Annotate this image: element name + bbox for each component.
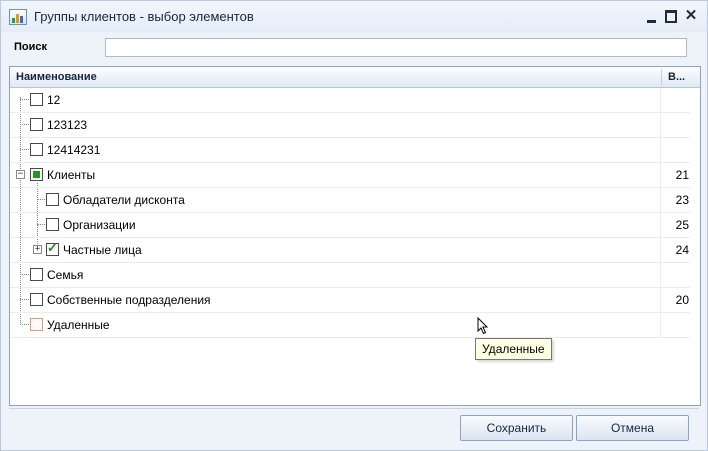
row-checkbox[interactable] (30, 143, 43, 156)
tree-row[interactable]: + Частные лица 24 (10, 238, 690, 263)
divider (9, 408, 699, 409)
tooltip: Удаленные (475, 338, 552, 360)
row-label: Частные лица (63, 243, 142, 257)
row-checkbox[interactable] (30, 268, 43, 281)
row-value (661, 113, 689, 137)
row-label: Обладатели дисконта (63, 193, 185, 207)
tree-row[interactable]: Семья (10, 263, 690, 288)
row-label: Организации (63, 218, 136, 232)
row-label: Семья (47, 268, 84, 282)
search-input[interactable] (105, 38, 687, 57)
row-label: 12414231 (47, 143, 101, 157)
row-checkbox[interactable] (30, 318, 43, 331)
row-value: 23 (675, 193, 689, 207)
column-header-name[interactable]: Наименование (10, 67, 661, 87)
row-value: 24 (675, 243, 689, 257)
maximize-icon[interactable] (663, 7, 679, 25)
grid-header: Наименование В... (10, 67, 700, 88)
row-checkbox[interactable] (46, 240, 59, 256)
tree-row[interactable]: Обладатели дисконта 23 (10, 188, 690, 213)
row-checkbox[interactable] (46, 218, 59, 231)
elements-tree-grid: Наименование В... 12 123123 12414231 − К… (9, 66, 701, 406)
app-icon (9, 9, 27, 25)
row-value: 21 (675, 168, 689, 182)
close-icon[interactable]: ✕ (683, 7, 699, 25)
tree-row[interactable]: 12 (10, 88, 690, 113)
row-label: 12 (47, 93, 61, 107)
row-checkbox[interactable] (46, 193, 59, 206)
tree-row[interactable]: 123123 (10, 113, 690, 138)
tree-row[interactable]: Организации 25 (10, 213, 690, 238)
save-button[interactable]: Сохранить (460, 415, 573, 441)
dialog-window: Группы клиентов - выбор элементов ✕ Поис… (0, 0, 708, 451)
row-value (661, 88, 689, 112)
tree-row[interactable]: Удаленные (10, 313, 690, 338)
row-value (661, 263, 689, 287)
search-label: Поиск (14, 41, 48, 53)
row-value: 20 (675, 293, 689, 307)
row-checkbox[interactable] (30, 293, 43, 306)
row-checkbox[interactable] (30, 168, 43, 181)
tree-row[interactable]: − Клиенты 21 (10, 163, 690, 188)
row-value (661, 138, 689, 162)
row-checkbox[interactable] (30, 93, 43, 106)
row-label: Клиенты (47, 168, 96, 182)
row-label: 123123 (47, 118, 88, 132)
row-value (661, 313, 689, 337)
row-label: Удаленные (47, 318, 110, 332)
tree-row[interactable]: Собственные подразделения 20 (10, 288, 690, 313)
title-bar[interactable]: Группы клиентов - выбор элементов ✕ (1, 1, 707, 32)
collapse-icon[interactable]: − (16, 170, 25, 179)
row-checkbox[interactable] (30, 118, 43, 131)
tree-row[interactable]: 12414231 (10, 138, 690, 163)
mouse-pointer-icon (477, 317, 489, 335)
window-title: Группы клиентов - выбор элементов (34, 9, 254, 24)
row-label: Собственные подразделения (47, 293, 211, 307)
column-header-value[interactable]: В... (662, 67, 692, 87)
cancel-button[interactable]: Отмена (576, 415, 689, 441)
minimize-icon[interactable] (644, 7, 660, 25)
expand-icon[interactable]: + (33, 245, 42, 254)
row-value: 25 (675, 218, 689, 232)
